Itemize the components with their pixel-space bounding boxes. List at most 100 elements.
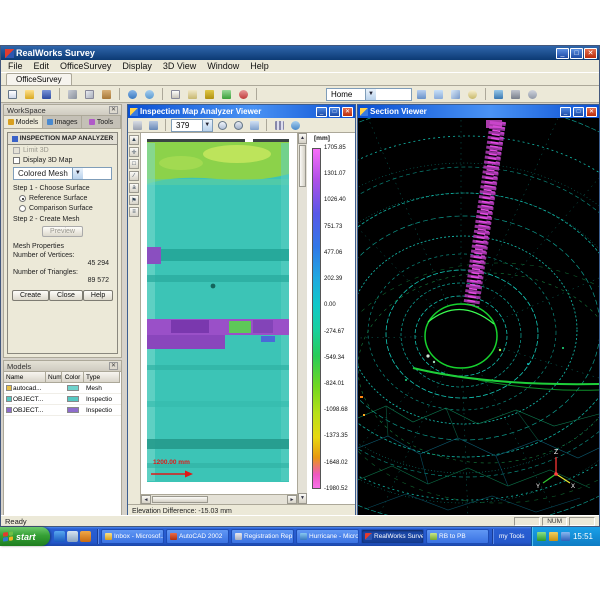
section-3d-canvas[interactable]: Z X Y [358,118,599,518]
tab-tools[interactable]: Tools [82,116,121,128]
start-button[interactable]: start [0,527,50,546]
limit-3d-checkbox[interactable] [13,147,20,154]
tab-models[interactable]: Models [4,116,43,128]
scrollbar-thumb[interactable] [299,145,306,187]
workspace-header[interactable]: WorkSpace ✕ [4,105,121,116]
col-color[interactable]: Color [62,372,84,383]
measure-icon[interactable]: ∕ [129,171,139,181]
render-mode-icon[interactable] [491,87,506,101]
zoom-out-icon[interactable] [231,119,245,132]
zoom-window-icon[interactable]: □ [129,159,139,169]
minimize-button[interactable]: _ [560,107,571,117]
pan-icon[interactable]: ✛ [129,147,139,157]
task-autocad[interactable]: AutoCAD 2002 [166,529,229,544]
maximize-button[interactable]: □ [573,107,584,117]
copy-icon[interactable] [82,87,97,101]
maximize-button[interactable]: □ [570,48,583,59]
target-tool-icon[interactable] [236,87,251,101]
menu-file[interactable]: File [8,61,23,71]
measure-tool-icon[interactable] [202,87,217,101]
reference-surface-radio[interactable] [19,195,26,202]
undo-icon[interactable] [125,87,140,101]
scroll-up-icon[interactable]: ▲ [298,133,307,144]
show-desktop-icon[interactable] [67,531,78,542]
section-viewer-titlebar[interactable]: Section Viewer _ □ ✕ [358,105,599,118]
layers-icon[interactable]: ≡ [129,207,139,217]
zoom-combo[interactable]: 379 % ▼ [171,119,213,132]
tab-images[interactable]: Images [43,116,82,128]
mesh-color-combo[interactable]: Colored Mesh ▼ [13,167,112,180]
preview-button[interactable]: Preview [42,226,83,237]
snapshot-icon[interactable] [146,119,160,132]
save-icon[interactable] [39,87,54,101]
grid-icon[interactable] [272,119,286,132]
tray-clock[interactable]: 15:51 [573,532,593,541]
menu-window[interactable]: Window [207,61,239,71]
table-row[interactable]: OBJECT... Inspectio [4,394,121,405]
redo-icon[interactable] [142,87,157,101]
pan-tool-icon[interactable] [185,87,200,101]
scrollbar-thumb[interactable] [152,496,208,503]
menu-display[interactable]: Display [122,61,152,71]
open-icon[interactable] [22,87,37,101]
view-iso-icon[interactable] [448,87,463,101]
cut-icon[interactable] [65,87,80,101]
chevron-down-icon[interactable]: ▼ [72,168,83,179]
taskbar-toolbar-label[interactable]: my Tools [495,533,529,540]
minimize-button[interactable]: _ [556,48,569,59]
view-combo[interactable]: Home ▼ [326,88,412,101]
col-num[interactable]: Num... [46,372,62,383]
close-button[interactable]: ✕ [584,48,597,59]
zoom-extents-icon[interactable] [465,87,480,101]
close-panel-button[interactable]: Close [49,290,83,301]
table-row[interactable]: autocad... Mesh [4,383,121,394]
camera-icon[interactable] [508,87,523,101]
minimize-button[interactable]: _ [316,107,327,117]
fit-view-icon[interactable] [247,119,261,132]
comparison-surface-radio[interactable] [19,205,26,212]
chevron-down-icon[interactable]: ▼ [365,89,376,100]
zoom-in-icon[interactable] [215,119,229,132]
map-canvas[interactable]: 1200.00 mm [141,133,297,494]
vertical-scrollbar[interactable]: ▲ ▼ [297,133,307,504]
menu-officesurvey[interactable]: OfficeSurvey [60,61,111,71]
print-icon[interactable] [130,119,144,132]
select-icon[interactable]: ▲ [129,135,139,145]
flag-icon[interactable]: ⚑ [129,195,139,205]
workspace-close-icon[interactable]: ✕ [109,106,118,114]
media-player-icon[interactable] [80,531,91,542]
col-name[interactable]: Name [4,372,46,383]
horizontal-scrollbar[interactable]: ◄ ► [141,494,297,504]
models-header[interactable]: Models ✕ [4,361,121,372]
table-row[interactable]: OBJECT... Inspectio [4,405,121,416]
paste-icon[interactable] [99,87,114,101]
display-3d-map-checkbox[interactable] [13,157,20,164]
tunnel-point-cloud[interactable]: Z X Y [358,118,599,518]
settings-icon[interactable] [525,87,540,101]
chevron-down-icon[interactable]: ▼ [202,120,212,131]
inspection-heat-map[interactable] [141,133,297,494]
info-icon[interactable] [288,119,302,132]
task-hurricane[interactable]: Hurricane - Micro... [296,529,359,544]
menu-edit[interactable]: Edit [34,61,50,71]
menu-help[interactable]: Help [250,61,269,71]
annotate-icon[interactable]: a [129,183,139,193]
tab-officesurvey[interactable]: OfficeSurvey [6,73,72,85]
task-inbox[interactable]: Inbox - Microsof... [101,529,164,544]
help-button[interactable]: Help [83,290,113,301]
maximize-button[interactable]: □ [329,107,340,117]
scroll-left-icon[interactable]: ◄ [141,495,151,504]
col-type[interactable]: Type [84,372,120,383]
create-button[interactable]: Create [12,290,49,301]
models-close-icon[interactable]: ✕ [109,362,118,370]
tray-network-icon[interactable] [537,532,546,541]
task-rb-to-pb[interactable]: RB to PB [426,529,489,544]
segment-tool-icon[interactable] [219,87,234,101]
scroll-down-icon[interactable]: ▼ [298,493,307,504]
view-front-icon[interactable] [431,87,446,101]
close-button[interactable]: ✕ [342,107,353,117]
scroll-right-icon[interactable]: ► [287,495,297,504]
menu-3dview[interactable]: 3D View [163,61,196,71]
close-button[interactable]: ✕ [586,107,597,117]
app-titlebar[interactable]: RealWorks Survey _ □ ✕ [1,46,599,60]
